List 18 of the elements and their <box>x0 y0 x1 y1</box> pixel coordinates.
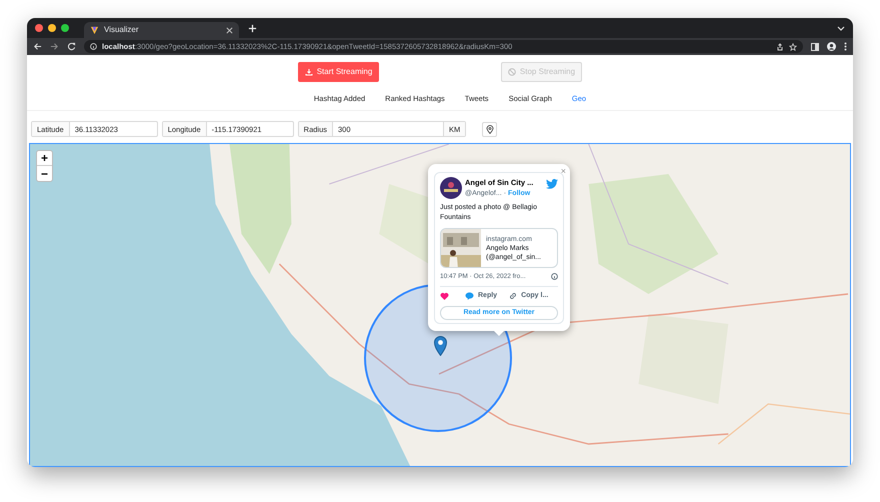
reload-icon[interactable] <box>67 42 76 51</box>
back-icon[interactable] <box>33 42 42 51</box>
plus-icon[interactable] <box>248 24 257 32</box>
close-icon[interactable] <box>226 26 233 34</box>
star-icon[interactable] <box>789 42 797 50</box>
forward-icon[interactable] <box>50 42 59 51</box>
profile-icon[interactable] <box>827 42 836 51</box>
stop-icon <box>508 68 516 76</box>
location-button[interactable] <box>482 122 498 137</box>
share-icon[interactable] <box>776 42 784 50</box>
map-pin-icon <box>486 124 494 134</box>
chevron-down-icon[interactable] <box>837 24 845 32</box>
download-icon <box>304 68 313 76</box>
browser-tab[interactable]: Visualizer <box>84 22 239 38</box>
menu-icon[interactable] <box>844 42 847 51</box>
sidebar-icon[interactable] <box>811 42 819 50</box>
tab-title: Visualizer <box>104 24 140 36</box>
logo-icon <box>90 26 99 34</box>
